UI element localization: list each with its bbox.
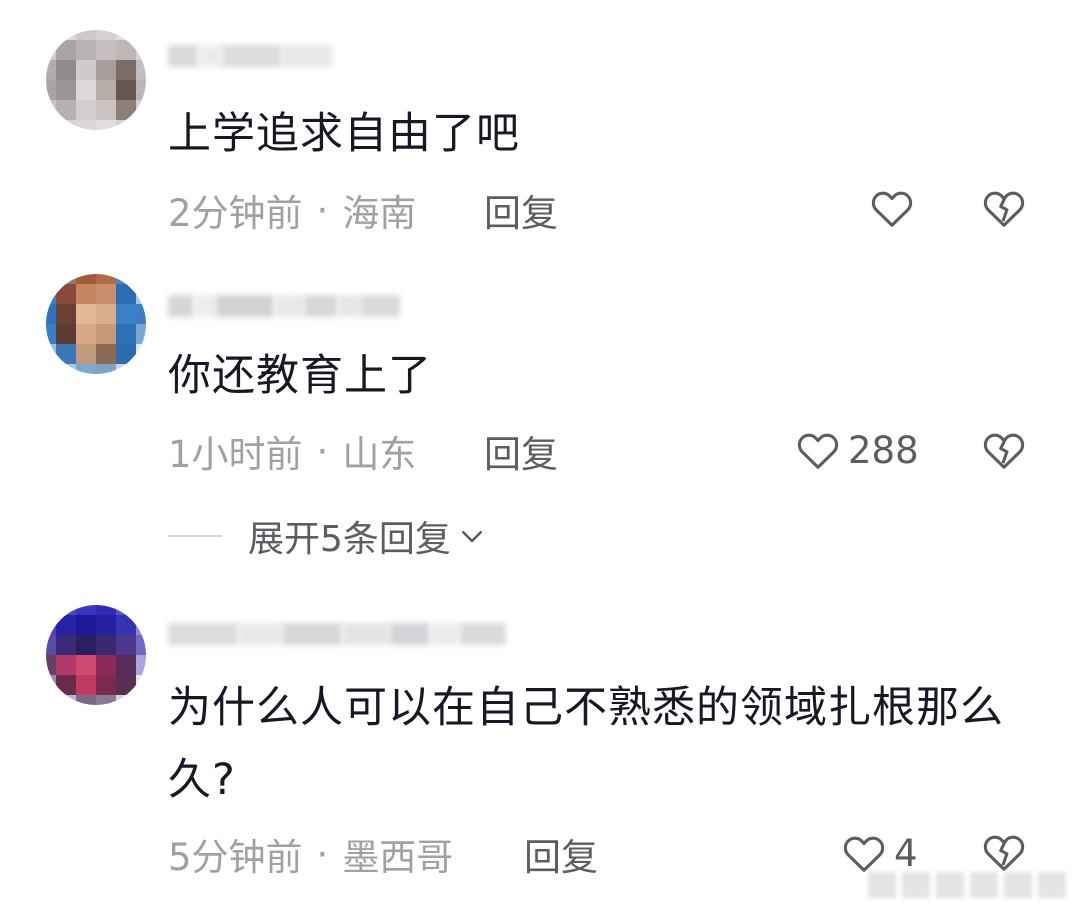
expand-replies-label: 展开5条回复 <box>248 519 451 560</box>
comment-time: 1小时前 <box>168 433 303 476</box>
heart-outline-icon <box>843 836 885 872</box>
broken-heart-icon[interactable] <box>982 832 1026 872</box>
chevron-down-icon <box>461 531 482 543</box>
comment-time: 5分钟前 <box>168 836 303 879</box>
avatar-mosaic <box>46 605 146 705</box>
username-redacted[interactable] <box>168 286 400 326</box>
comment-location: 海南 <box>342 192 417 235</box>
comment-text: 上学追求自由了吧 <box>168 109 520 159</box>
comment-location: 墨西哥 <box>342 836 454 879</box>
expand-replies-button[interactable]: 展开5条回复 <box>168 512 487 560</box>
avatar-mosaic <box>46 30 146 130</box>
watermark <box>868 868 1068 902</box>
divider-line <box>168 535 222 537</box>
reply-button[interactable]: 回复 <box>524 830 598 879</box>
comment-text: 为什么人可以在自己不熟悉的领域扎根那么久? <box>168 683 1004 805</box>
broken-heart-icon[interactable] <box>982 188 1026 228</box>
comment-text: 你还教育上了 <box>168 351 432 401</box>
separator-dot: · <box>316 429 329 473</box>
avatar[interactable] <box>46 605 146 705</box>
reply-button[interactable]: 回复 <box>484 427 558 476</box>
heart-outline-icon <box>797 433 839 469</box>
separator-dot: · <box>316 188 329 232</box>
comment-meta: 2分钟前 · 海南 <box>168 186 417 236</box>
comment-time: 2分钟前 <box>168 192 303 235</box>
username-redacted[interactable] <box>168 614 506 654</box>
avatar-mosaic <box>46 274 146 374</box>
like-count: 288 <box>848 428 919 472</box>
like-button[interactable] <box>870 184 922 232</box>
comment-location: 山东 <box>342 433 417 476</box>
avatar[interactable] <box>46 274 146 374</box>
avatar[interactable] <box>46 30 146 130</box>
like-button[interactable]: 288 <box>796 426 919 474</box>
username-redacted[interactable] <box>168 36 332 76</box>
comment-meta: 5分钟前 · 墨西哥 <box>168 830 454 880</box>
comment-meta: 1小时前 · 山东 <box>168 427 417 477</box>
separator-dot: · <box>316 832 329 876</box>
broken-heart-icon[interactable] <box>982 430 1026 470</box>
reply-button[interactable]: 回复 <box>484 186 558 235</box>
heart-outline-icon <box>871 191 913 227</box>
